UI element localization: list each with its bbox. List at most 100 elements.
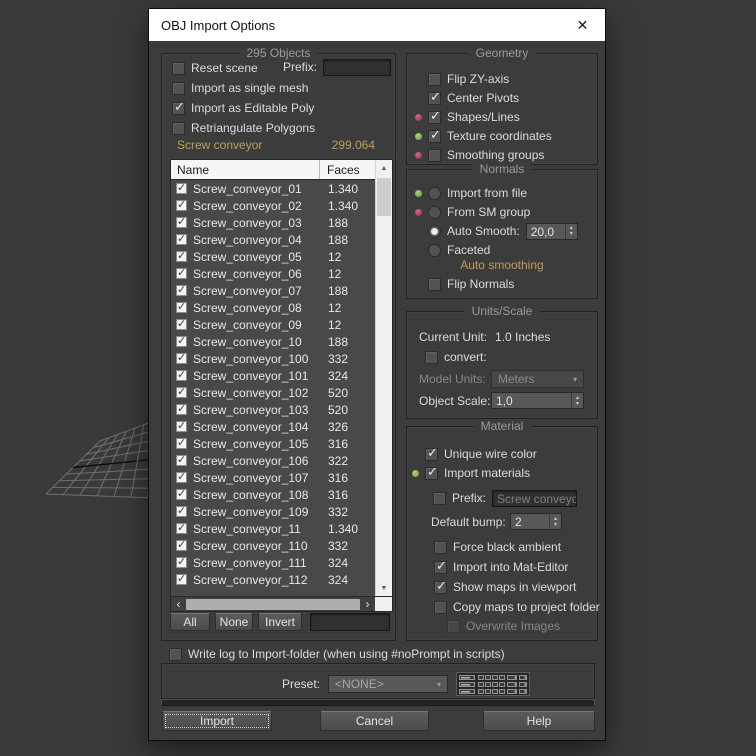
list-row[interactable]: Screw_conveyor_109 332	[171, 503, 375, 520]
auto-smooth-spinner[interactable]: 20,0 ▴ ▾	[525, 222, 578, 240]
row-checkbox[interactable]	[176, 351, 187, 364]
vertical-scrollbar[interactable]: ▲ ▼	[375, 160, 392, 596]
row-checkbox[interactable]	[176, 198, 187, 211]
from-sm-group-radio[interactable]	[428, 205, 441, 219]
row-checkbox[interactable]	[176, 521, 187, 534]
force-black-checkbox[interactable]	[434, 540, 447, 554]
cancel-button[interactable]: Cancel	[320, 711, 429, 731]
shapes-lines-checkbox[interactable]	[428, 108, 441, 124]
row-checkbox[interactable]	[176, 317, 187, 330]
flip-normals-checkbox[interactable]	[428, 277, 441, 291]
help-button[interactable]: Help	[483, 711, 595, 731]
import-button[interactable]: Import	[162, 711, 272, 731]
row-checkbox[interactable]	[176, 385, 187, 398]
mat-editor-checkbox[interactable]	[434, 558, 447, 574]
default-bump-spinner[interactable]: 2 ▴ ▾	[510, 513, 562, 530]
list-row[interactable]: Screw_conveyor_111 324	[171, 554, 375, 571]
row-checkbox[interactable]	[176, 453, 187, 466]
row-checkbox[interactable]	[176, 249, 187, 262]
list-row[interactable]: Screw_conveyor_03 188	[171, 214, 375, 231]
row-checkbox[interactable]	[176, 436, 187, 449]
import-from-file-radio[interactable]	[428, 186, 441, 200]
list-row[interactable]: Screw_conveyor_106 322	[171, 452, 375, 469]
list-row[interactable]: Screw_conveyor_05 12	[171, 248, 375, 265]
row-checkbox[interactable]	[176, 572, 187, 585]
unique-wire-checkbox[interactable]	[425, 445, 438, 461]
list-row[interactable]: Screw_conveyor_07 188	[171, 282, 375, 299]
spinner-arrows-icon[interactable]: ▴ ▾	[549, 514, 561, 529]
material-prefix-input[interactable]: Screw conveyor	[492, 489, 578, 507]
show-maps-checkbox[interactable]	[434, 578, 447, 594]
column-name[interactable]: Name	[171, 160, 320, 179]
material-prefix-checkbox[interactable]	[433, 491, 446, 505]
list-row[interactable]: Screw_conveyor_110 332	[171, 537, 375, 554]
list-row[interactable]: Screw_conveyor_101 324	[171, 367, 375, 384]
row-checkbox[interactable]	[176, 181, 187, 194]
editable-poly-checkbox[interactable]	[172, 99, 185, 115]
row-checkbox[interactable]	[176, 504, 187, 517]
list-row[interactable]: Screw_conveyor_01 1.340	[171, 180, 375, 197]
list-row[interactable]: Screw_conveyor_02 1.340	[171, 197, 375, 214]
scroll-right-icon[interactable]: ›	[360, 597, 375, 611]
faceted-radio[interactable]	[428, 243, 441, 257]
row-checkbox[interactable]	[176, 283, 187, 296]
import-materials-checkbox[interactable]	[425, 464, 438, 480]
horizontal-scrollbar[interactable]: ‹ ›	[171, 596, 392, 611]
hscroll-thumb[interactable]	[186, 598, 360, 610]
scroll-left-icon[interactable]: ‹	[171, 597, 186, 611]
list-row[interactable]: Screw_conveyor_107 316	[171, 469, 375, 486]
list-row[interactable]: Screw_conveyor_112 324	[171, 571, 375, 588]
smoothing-groups-checkbox[interactable]	[428, 148, 441, 162]
scroll-down-icon[interactable]: ▼	[376, 580, 392, 596]
select-invert-button[interactable]: Invert	[258, 613, 302, 631]
list-row[interactable]: Screw_conveyor_06 12	[171, 265, 375, 282]
prefix-input[interactable]	[323, 58, 392, 76]
scroll-up-icon[interactable]: ▲	[376, 160, 392, 176]
vscroll-thumb[interactable]	[377, 178, 391, 216]
row-checkbox[interactable]	[176, 402, 187, 415]
close-button[interactable]: ✕	[560, 9, 605, 41]
texture-coords-checkbox[interactable]	[428, 127, 441, 143]
preset-dropdown[interactable]: <NONE> ▾	[328, 675, 449, 693]
select-all-button[interactable]: All	[170, 613, 210, 631]
list-header[interactable]: Name Faces	[171, 160, 375, 180]
row-checkbox[interactable]	[176, 487, 187, 500]
filter-input[interactable]	[310, 613, 390, 631]
row-checkbox[interactable]	[176, 419, 187, 432]
list-row[interactable]: Screw_conveyor_108 316	[171, 486, 375, 503]
list-row[interactable]: Screw_conveyor_08 12	[171, 299, 375, 316]
model-units-dropdown[interactable]: Meters ▾	[491, 370, 584, 388]
write-log-checkbox[interactable]	[169, 647, 182, 661]
overwrite-images-checkbox[interactable]	[447, 619, 460, 633]
select-none-button[interactable]: None	[215, 613, 253, 631]
center-pivots-checkbox[interactable]	[428, 89, 441, 105]
list-row[interactable]: Screw_conveyor_105 316	[171, 435, 375, 452]
row-checkbox[interactable]	[176, 538, 187, 551]
list-row[interactable]: Screw_conveyor_10 188	[171, 333, 375, 350]
auto-smooth-radio[interactable]	[428, 224, 441, 238]
row-checkbox[interactable]	[176, 215, 187, 228]
row-checkbox[interactable]	[176, 470, 187, 483]
convert-checkbox[interactable]	[425, 350, 438, 364]
vscroll-track[interactable]	[376, 176, 392, 580]
list-row[interactable]: Screw_conveyor_104 326	[171, 418, 375, 435]
row-checkbox[interactable]	[176, 266, 187, 279]
list-row[interactable]: Screw_conveyor_100 332	[171, 350, 375, 367]
row-checkbox[interactable]	[176, 368, 187, 381]
row-checkbox[interactable]	[176, 555, 187, 568]
list-row[interactable]: Screw_conveyor_11 1.340	[171, 520, 375, 537]
row-checkbox[interactable]	[176, 300, 187, 313]
object-scale-spinner[interactable]: 1,0 ▴ ▾	[491, 392, 584, 409]
copy-maps-checkbox[interactable]	[434, 600, 447, 614]
single-mesh-checkbox[interactable]	[172, 81, 185, 95]
retriangulate-checkbox[interactable]	[172, 121, 185, 135]
row-checkbox[interactable]	[176, 334, 187, 347]
preset-editor-button[interactable]	[456, 672, 531, 696]
list-row[interactable]: Screw_conveyor_04 188	[171, 231, 375, 248]
flip-zy-checkbox[interactable]	[428, 72, 441, 86]
reset-scene-checkbox[interactable]	[172, 61, 185, 75]
list-row[interactable]: Screw_conveyor_09 12	[171, 316, 375, 333]
spinner-arrows-icon[interactable]: ▴ ▾	[571, 393, 583, 408]
row-checkbox[interactable]	[176, 232, 187, 245]
spinner-arrows-icon[interactable]: ▴ ▾	[564, 223, 577, 239]
